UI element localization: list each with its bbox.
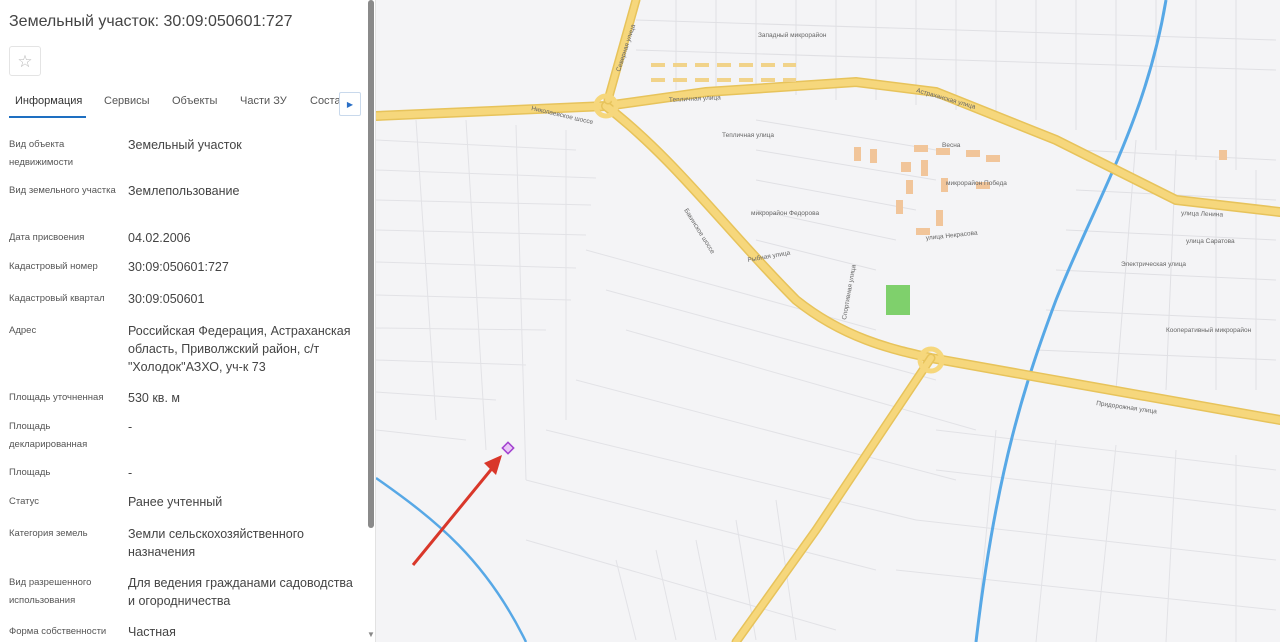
tab-services[interactable]: Сервисы [104, 88, 150, 118]
chevron-right-icon: ▶ [346, 99, 354, 109]
park [886, 285, 910, 315]
cadastral-number-value: 30:09:050601:727 [128, 260, 229, 274]
info-row: Адрес Российская Федерация, Астраханская… [0, 322, 366, 378]
address-value: Российская Федерация, Астраханская облас… [128, 324, 351, 374]
cadastral-quarter-link[interactable]: 30:09:050601 [128, 290, 360, 308]
tabs-next-button[interactable]: ▶ [339, 92, 361, 116]
info-row: Площадь уточненная 530 кв. м [0, 389, 366, 409]
tab-information[interactable]: Информация [9, 88, 86, 118]
row-value: - [128, 466, 133, 480]
info-row: Категория земель Земли сельскохозяйствен… [0, 525, 366, 565]
row-label: Форма собственности [9, 626, 107, 637]
label-lenina: улица Ленина [1181, 210, 1224, 218]
row-value: Землепользование [128, 184, 240, 198]
row-label: Площадь [9, 467, 51, 478]
row-value: 04.02.2006 [128, 231, 191, 245]
page-title: Земельный участок: 30:09:050601:727 [9, 13, 293, 30]
tab-objects[interactable]: Объекты [172, 88, 217, 118]
row-label: Кадастровый квартал [9, 293, 105, 304]
map-canvas: Западный микрорайон Северная улица Тепли… [376, 0, 1280, 642]
row-label: Площадь декларированная [9, 421, 88, 450]
row-value: Для ведения гражданами садоводства и ого… [128, 576, 353, 608]
scroll-down-icon[interactable]: ▼ [367, 630, 375, 639]
info-row: Кадастровый квартал 30:09:050601 [0, 290, 366, 310]
favorite-button[interactable]: ☆ [9, 46, 41, 76]
row-value: - [128, 420, 133, 434]
map-view[interactable]: Западный микрорайон Северная улица Тепли… [376, 0, 1280, 642]
row-value: Частная [128, 625, 176, 639]
info-row: Вид разрешенного использования Для веден… [0, 574, 366, 614]
label-elektricheskaya: Электрическая улица [1121, 261, 1186, 268]
label-zapadny: Западный микрорайон [758, 31, 827, 39]
panel-scrollbar[interactable] [368, 0, 374, 528]
tab-parts[interactable]: Части ЗУ [240, 88, 287, 118]
row-label: Категория земель [9, 528, 88, 539]
tab-bar: Информация Сервисы Объекты Части ЗУ Сост… [0, 88, 366, 118]
row-label: Вид земельного участка [9, 185, 116, 196]
row-label: Площадь уточненная [9, 392, 104, 403]
row-label: Вид объекта недвижимости [9, 139, 74, 168]
status-value: Ранее учтенный [128, 495, 223, 509]
info-row: Вид объекта недвижимости Земельный участ… [0, 136, 366, 176]
star-icon: ☆ [17, 51, 33, 71]
row-value: 530 кв. м [128, 391, 180, 405]
info-panel: Земельный участок: 30:09:050601:727 ☆ Ин… [0, 0, 376, 642]
label-pobeda: микрорайон Победа [946, 179, 1007, 187]
row-label: Кадастровый номер [9, 261, 98, 272]
info-row: Статус Ранее учтенный [0, 493, 366, 513]
label-vesna: Весна [942, 142, 961, 149]
label-fedorova: микрорайон Федорова [751, 209, 819, 217]
info-row: Кадастровый номер 30:09:050601:727 [0, 258, 366, 278]
label-saratova: улица Саратова [1186, 238, 1235, 245]
label-teplichnaya2: Тепличная улица [722, 132, 774, 139]
row-label: Адрес [9, 325, 37, 336]
row-label: Статус [9, 496, 40, 507]
row-value: Земельный участок [128, 138, 242, 152]
info-row: Площадь - [0, 464, 366, 484]
row-label: Вид разрешенного использования [9, 577, 92, 606]
row-value: Земли сельскохозяйственного назначения [128, 527, 304, 559]
row-label: Дата присвоения [9, 232, 85, 243]
info-row: Форма собственности Частная [0, 623, 366, 642]
info-row: Вид земельного участка Землепользование [0, 182, 366, 222]
info-row: Площадь декларированная - [0, 418, 366, 456]
info-row: Дата присвоения 04.02.2006 [0, 229, 366, 249]
label-kooperativny: Кооперативный микрорайон [1166, 326, 1252, 334]
